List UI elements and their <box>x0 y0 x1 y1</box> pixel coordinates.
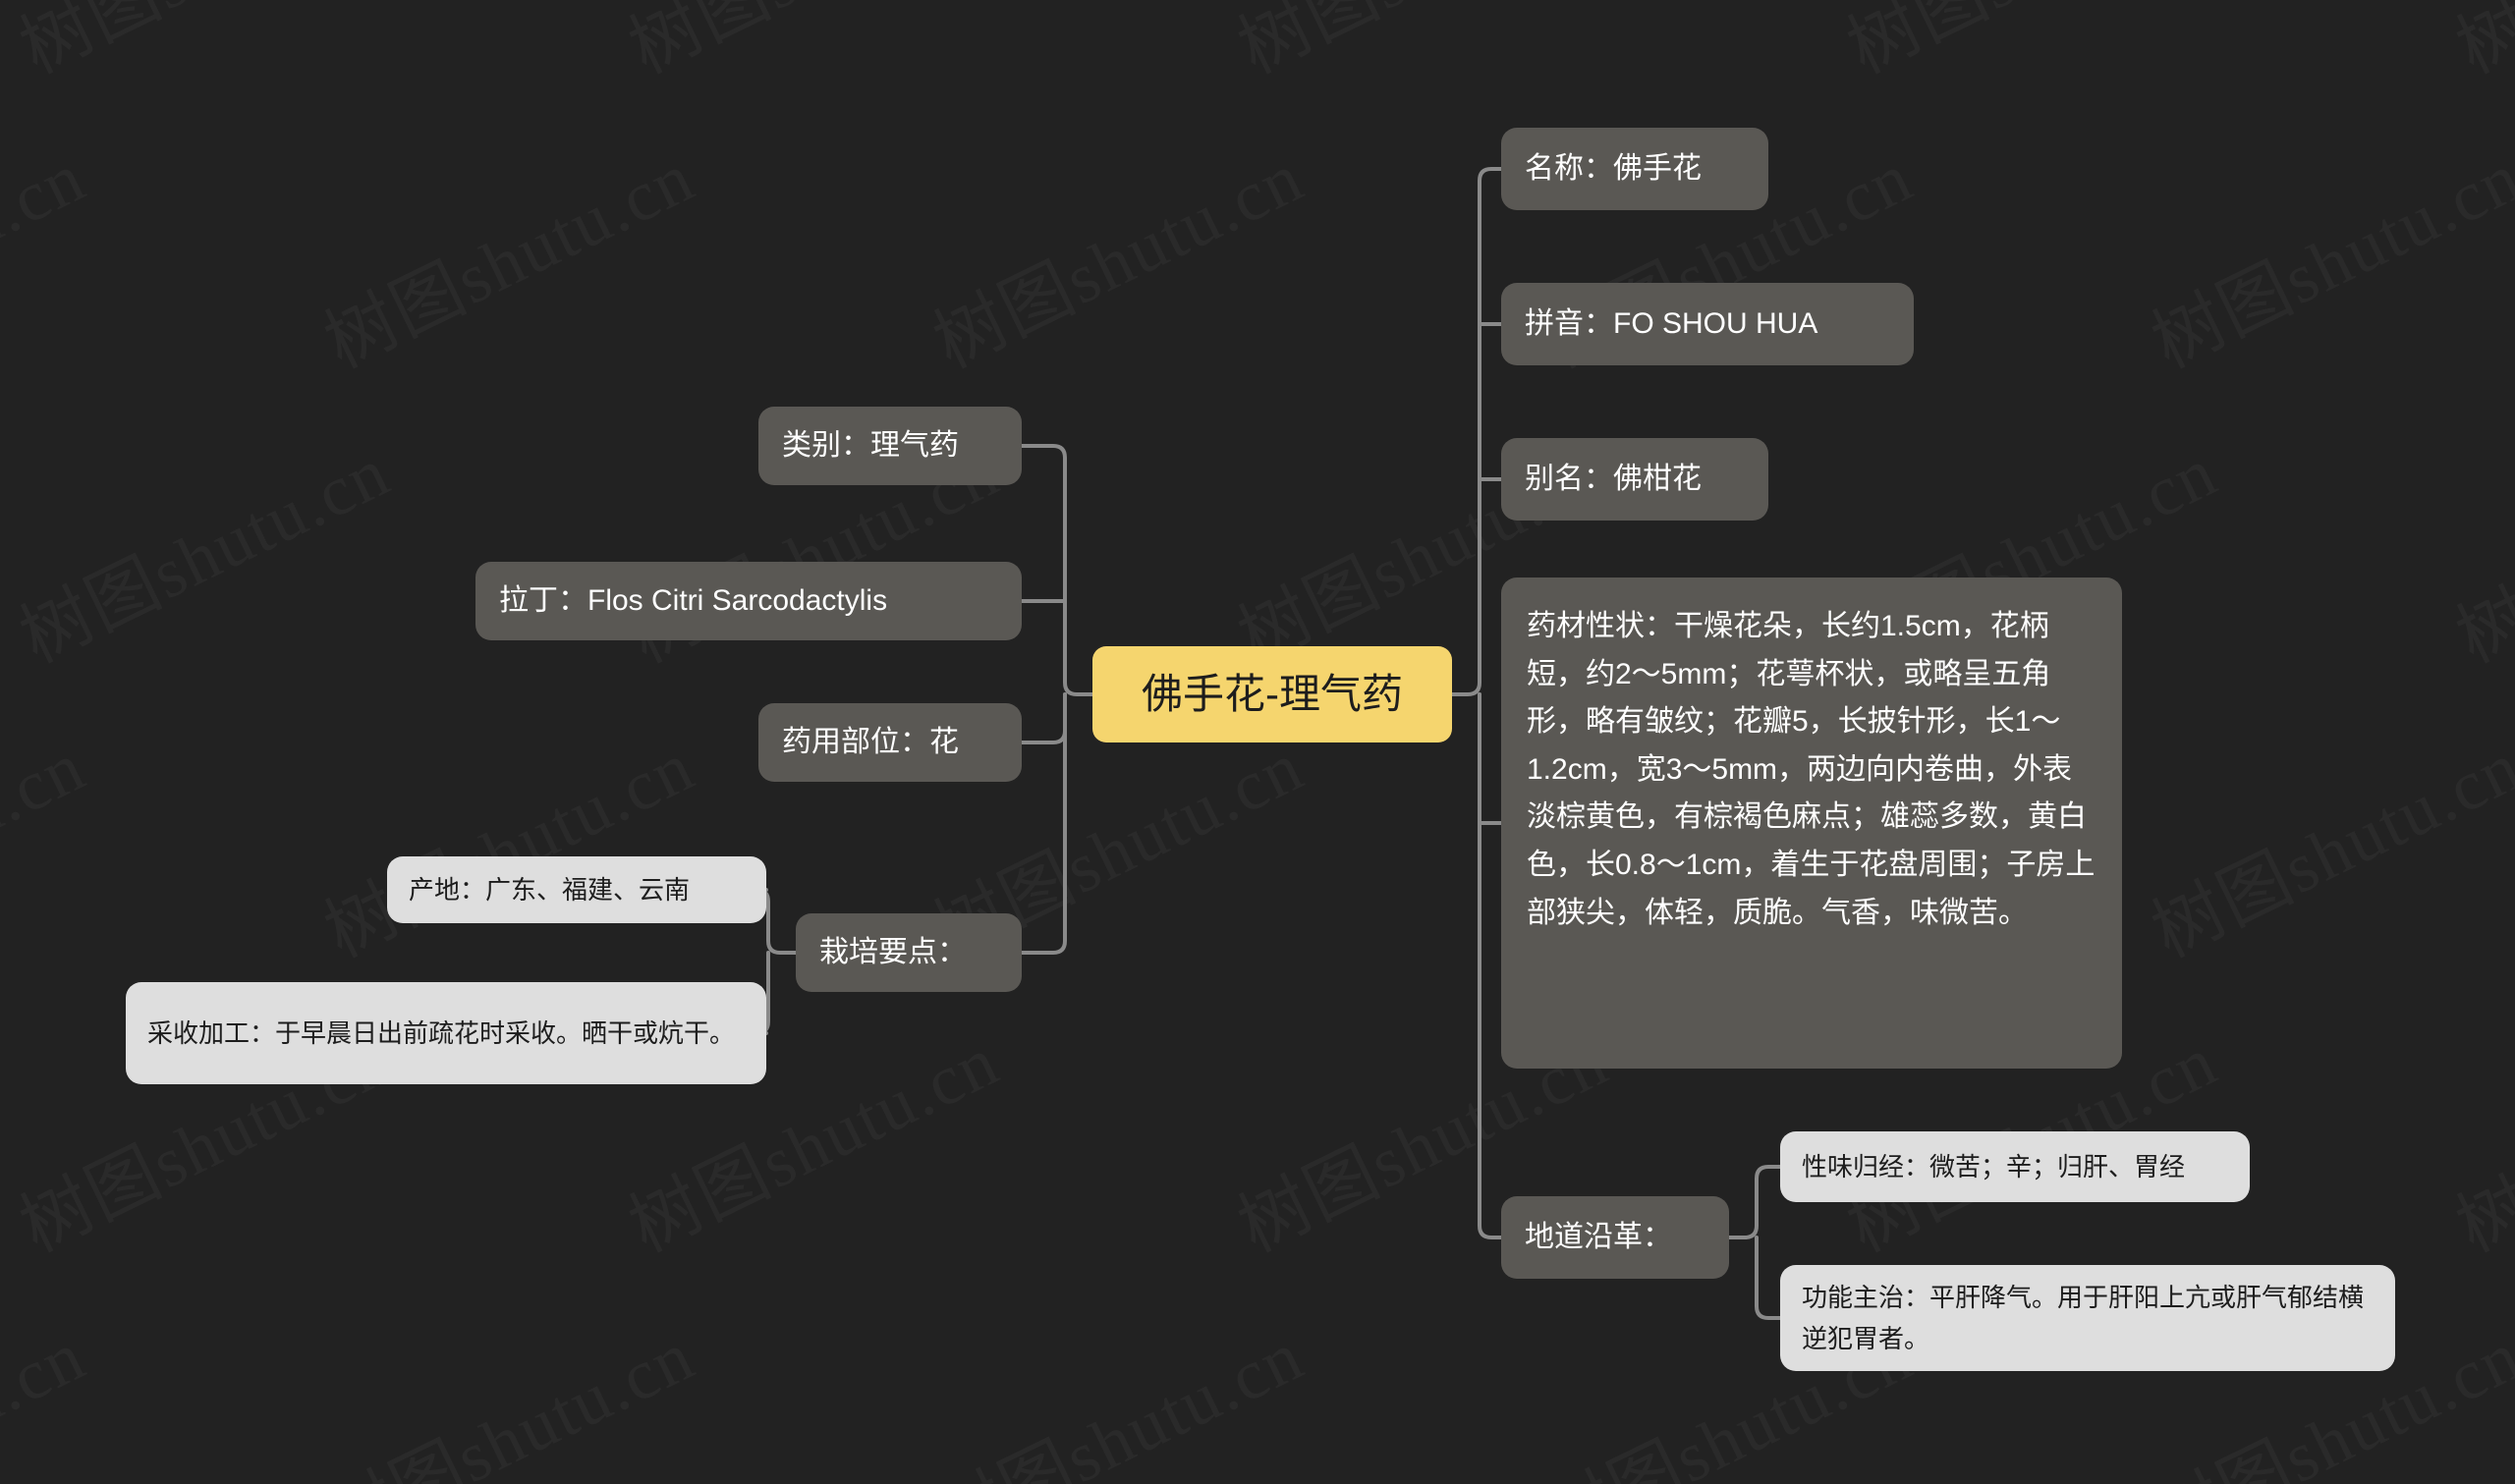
watermark-text: 树图shutu.cn <box>0 709 99 976</box>
node-producing-area[interactable]: 产地：广东、福建、云南 <box>387 856 766 923</box>
watermark-text: 树图shutu.cn <box>2132 120 2515 387</box>
node-nature-meridian[interactable]: 性味归经：微苦；辛；归肝、胃经 <box>1780 1131 2250 1202</box>
node-alias[interactable]: 别名：佛柑花 <box>1501 438 1768 521</box>
watermark-text: 树图shutu.cn <box>305 1298 708 1484</box>
watermark-text: 树图shutu.cn <box>2436 414 2515 682</box>
node-name[interactable]: 名称：佛手花 <box>1501 128 1768 210</box>
watermark-text: 树图shutu.cn <box>2436 0 2515 92</box>
node-cultivation-points[interactable]: 栽培要点： <box>796 913 1022 992</box>
node-latin-name[interactable]: 拉丁：Flos Citri Sarcodactylis <box>475 562 1022 640</box>
node-function-indication[interactable]: 功能主治：平肝降气。用于肝阳上亢或肝气郁结横逆犯胃者。 <box>1780 1265 2395 1371</box>
mindmap-canvas: 树图shutu.cn 树图shutu.cn 树图shutu.cn 树图shutu.cn… <box>0 0 2515 1484</box>
root-node[interactable]: 佛手花-理气药 <box>1092 646 1452 742</box>
link-left-spine-cultivation <box>1020 692 1067 955</box>
link-origin-to-nature <box>1727 1165 1782 1239</box>
watermark-text: 树图shutu.cn <box>305 120 708 387</box>
link-origin-to-function <box>1755 1236 1782 1320</box>
node-medicinal-part[interactable]: 药用部位：花 <box>758 703 1022 782</box>
link-root-to-left-spine <box>1020 444 1094 696</box>
node-category[interactable]: 类别：理气药 <box>758 407 1022 485</box>
watermark-text: 树图shutu.cn <box>914 1298 1317 1484</box>
watermark-text: 树图shutu.cn <box>1827 0 2231 92</box>
watermark-text: 树图shutu.cn <box>0 1298 99 1484</box>
link-right-spine-properties <box>1477 692 1503 825</box>
node-pinyin[interactable]: 拼音：FO SHOU HUA <box>1501 283 1914 365</box>
watermark-text: 树图shutu.cn <box>0 414 404 682</box>
watermark-text: 树图shutu.cn <box>2132 709 2515 976</box>
watermark-text: 树图shutu.cn <box>0 0 404 92</box>
link-left-spine-part <box>1020 692 1067 744</box>
watermark-text: 树图shutu.cn <box>0 120 99 387</box>
watermark-text: 树图shutu.cn <box>609 0 1013 92</box>
node-medicinal-properties[interactable]: 药材性状：干燥花朵，长约1.5cm，花柄短，约2～5mm；花萼杯状，或略呈五角形… <box>1501 577 2122 1069</box>
node-origin-history[interactable]: 地道沿革： <box>1501 1196 1729 1279</box>
link-root-to-right-spine <box>1450 167 1503 696</box>
watermark-text: 树图shutu.cn <box>1218 0 1622 92</box>
watermark-text: 树图shutu.cn <box>2436 1004 2515 1271</box>
watermark-text: 树图shutu.cn <box>914 120 1317 387</box>
watermark-text: 树图shutu.cn <box>305 709 708 976</box>
node-harvest-processing[interactable]: 采收加工：于早晨日出前疏花时采收。晒干或炕干。 <box>126 982 766 1084</box>
link-right-spine-origin <box>1478 692 1503 1239</box>
